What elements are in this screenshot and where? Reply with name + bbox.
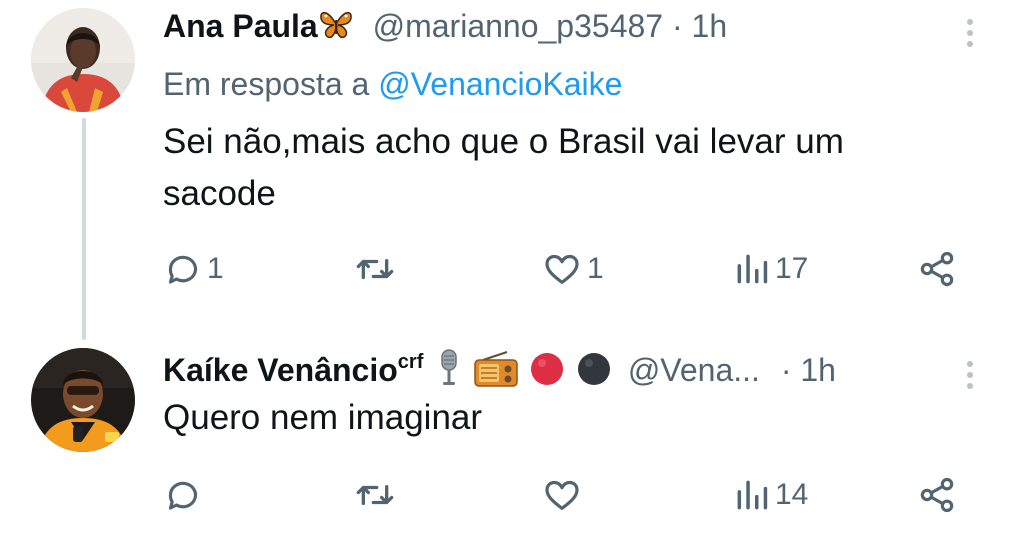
share-icon [917, 249, 957, 289]
avatar[interactable] [31, 8, 135, 112]
user-handle[interactable]: @Vena... [628, 352, 760, 388]
tweet-text-line: Quero nem imaginar [163, 398, 483, 437]
microphone-icon [438, 348, 460, 397]
tweet-header: Kaíke Venânciocrf @Vena... · 1h [163, 348, 836, 397]
tweet-text: Sei não,mais acho que o Brasil vai levar… [163, 116, 963, 220]
reply-context: Em resposta a @VenancioKaike [163, 64, 622, 104]
reply-icon [163, 475, 203, 515]
heart-icon [541, 475, 583, 515]
views-button[interactable]: 14 [733, 470, 808, 520]
reply-button[interactable]: 1 [163, 244, 224, 294]
tweet-text: Quero nem imaginar [163, 392, 963, 444]
views-icon [733, 249, 771, 289]
heart-icon [541, 249, 583, 289]
tweet-text-line: Sei não,mais acho que o Brasil vai levar… [163, 122, 844, 161]
tweet[interactable]: Ana Paula @marianno_p35487 · 1h Em respo… [0, 0, 1024, 340]
name-superscript: crf [397, 351, 424, 373]
retweet-button[interactable] [355, 470, 399, 520]
tweet-text-line: sacode [163, 174, 276, 213]
radio-icon [473, 348, 519, 397]
reply-icon [163, 249, 203, 289]
more-icon[interactable] [962, 14, 978, 52]
tweet[interactable]: Kaíke Venânciocrf @Vena... · 1h Quero ne… [0, 340, 1024, 540]
like-button[interactable]: 1 [541, 244, 604, 294]
tweet-header: Ana Paula @marianno_p35487 · 1h [163, 6, 727, 49]
more-icon[interactable] [962, 356, 978, 394]
reply-count: 1 [207, 252, 224, 285]
reply-mention-link[interactable]: @VenancioKaike [378, 66, 622, 102]
thread-line [82, 118, 86, 340]
view-count: 14 [775, 478, 809, 511]
share-button[interactable] [917, 470, 957, 520]
reply-button[interactable] [163, 470, 207, 520]
retweet-button[interactable] [355, 244, 399, 294]
user-handle[interactable]: @marianno_p35487 [373, 8, 663, 44]
retweet-icon [355, 475, 395, 515]
views-button[interactable]: 17 [733, 244, 808, 294]
timestamp[interactable]: 1h [692, 8, 728, 44]
like-button[interactable] [541, 470, 587, 520]
avatar[interactable] [31, 348, 135, 452]
view-count: 17 [775, 252, 809, 285]
reply-prefix: Em resposta a [163, 66, 370, 102]
red-circle-icon [528, 348, 566, 397]
black-circle-icon [575, 348, 613, 397]
separator: · [780, 351, 792, 388]
retweet-icon [355, 249, 395, 289]
display-name[interactable]: Kaíke Venâncio [163, 352, 398, 388]
separator: · [671, 8, 683, 44]
butterfly-icon [318, 8, 354, 49]
like-count: 1 [587, 252, 604, 285]
share-button[interactable] [917, 244, 957, 294]
action-bar: 14 [163, 470, 963, 520]
views-icon [733, 475, 771, 515]
display-name[interactable]: Ana Paula [163, 8, 318, 44]
action-bar: 1 1 17 [163, 244, 963, 294]
share-icon [917, 475, 957, 515]
timestamp[interactable]: 1h [800, 352, 836, 388]
